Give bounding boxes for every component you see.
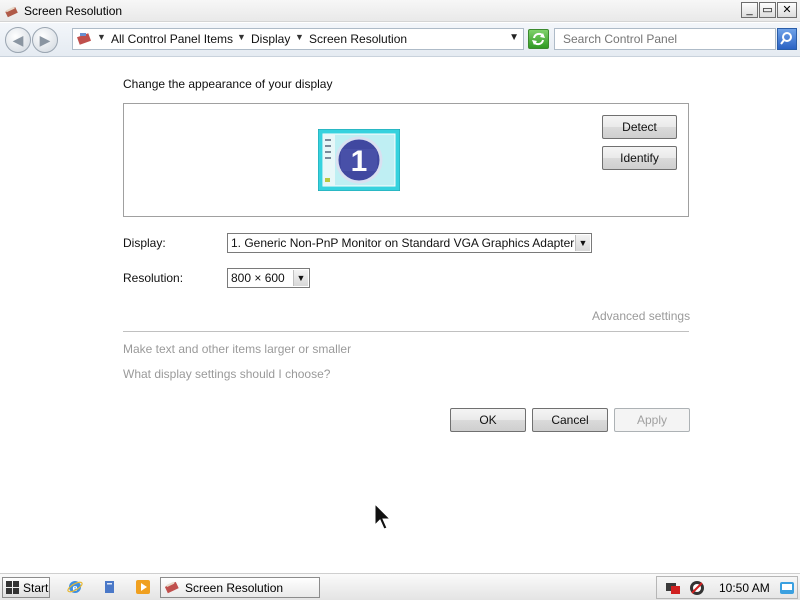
show-desktop-icon[interactable] [779, 580, 795, 596]
title-bar[interactable]: Screen Resolution _ ▭ ✕ [0, 0, 800, 22]
start-button[interactable]: Start [2, 577, 50, 598]
taskbar-item-label: Screen Resolution [185, 581, 284, 595]
monitor-arrangement-panel: 1 Detect Identify [123, 103, 689, 217]
display-label: Display: [123, 236, 166, 250]
monitor-number-label: 1 [351, 145, 368, 178]
screen-resolution-app-icon [5, 6, 18, 18]
detect-button[interactable]: Detect [602, 115, 677, 139]
resolution-label: Resolution: [123, 271, 184, 285]
refresh-icon [532, 32, 545, 46]
breadcrumb-separator-arrow[interactable]: ▼ [295, 32, 304, 42]
address-history-dropdown[interactable]: ▼ [509, 32, 519, 43]
system-tray: 10:50 AM [656, 576, 798, 599]
display-select-value: 1. Generic Non-PnP Monitor on Standard V… [231, 236, 575, 250]
windows-flag-icon [6, 581, 19, 594]
forward-button[interactable]: ▶ [32, 27, 58, 53]
monitor-1-icon[interactable]: 1 [318, 129, 400, 191]
display-select[interactable]: 1. Generic Non-PnP Monitor on Standard V… [227, 233, 592, 253]
breadcrumb-all-control-panel-items[interactable]: All Control Panel Items [111, 32, 233, 46]
window-title: Screen Resolution [24, 4, 123, 18]
close-button[interactable]: ✕ [777, 2, 797, 18]
resolution-select-value: 800 × 600 [231, 271, 285, 285]
mouse-cursor-icon [374, 503, 392, 530]
search-button[interactable] [777, 28, 797, 50]
advanced-settings-link[interactable]: Advanced settings [592, 309, 690, 323]
navigation-bar: ◀ ▶ ▼ All Control Panel Items ▼ Display … [0, 23, 800, 57]
start-label: Start [23, 581, 49, 595]
volume-icon[interactable] [689, 580, 705, 596]
apply-button[interactable]: Apply [614, 408, 690, 432]
control-panel-icon [77, 33, 92, 45]
breadcrumb-root-arrow[interactable]: ▼ [97, 32, 106, 42]
divider [123, 331, 689, 332]
display-settings-help-link[interactable]: What display settings should I choose? [123, 367, 330, 381]
taskbar: Start e Screen Resolution 10:50 AM [0, 573, 800, 600]
page-heading: Change the appearance of your display [123, 77, 333, 91]
back-button[interactable]: ◀ [5, 27, 31, 53]
search-icon [780, 32, 792, 45]
text-size-link[interactable]: Make text and other items larger or smal… [123, 342, 351, 356]
clock[interactable]: 10:50 AM [719, 581, 770, 595]
documents-icon[interactable] [102, 579, 118, 595]
ok-button[interactable]: OK [450, 408, 526, 432]
network-icon[interactable] [665, 581, 681, 595]
resolution-select[interactable]: 800 × 600 ▼ [227, 268, 310, 288]
breadcrumb-separator-arrow[interactable]: ▼ [237, 32, 246, 42]
chevron-down-icon[interactable]: ▼ [575, 235, 590, 251]
taskbar-item-screen-resolution[interactable]: Screen Resolution [160, 577, 320, 598]
minimize-button[interactable]: _ [741, 2, 758, 18]
cancel-button[interactable]: Cancel [532, 408, 608, 432]
breadcrumb-display[interactable]: Display [251, 32, 290, 46]
refresh-button[interactable] [528, 29, 549, 49]
internet-explorer-icon[interactable]: e [67, 579, 83, 595]
identify-button[interactable]: Identify [602, 146, 677, 170]
screen-resolution-app-icon [165, 581, 179, 594]
breadcrumb-screen-resolution[interactable]: Screen Resolution [309, 32, 407, 46]
chevron-down-icon[interactable]: ▼ [293, 270, 308, 286]
search-box[interactable] [554, 28, 776, 50]
search-input[interactable] [555, 29, 775, 49]
address-bar[interactable]: ▼ All Control Panel Items ▼ Display ▼ Sc… [72, 28, 524, 50]
media-player-icon[interactable] [135, 579, 151, 595]
maximize-button[interactable]: ▭ [759, 2, 776, 18]
